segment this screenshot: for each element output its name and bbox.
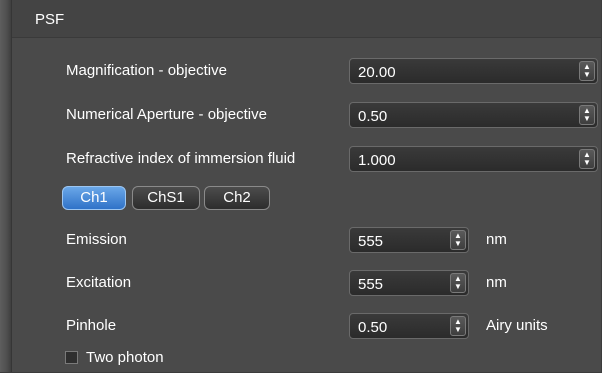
- up-down-spinner-icon[interactable]: ▲ ▼: [450, 230, 466, 250]
- emission-value: 555: [358, 233, 384, 250]
- channel-button-chs1[interactable]: ChS1: [132, 186, 200, 210]
- pinhole-label: Pinhole: [66, 317, 117, 334]
- emission-unit: nm: [486, 231, 507, 248]
- excitation-input[interactable]: 555 ▲ ▼: [349, 270, 469, 296]
- up-down-spinner-icon[interactable]: ▲ ▼: [450, 273, 466, 293]
- two-photon-checkbox[interactable]: [65, 351, 78, 364]
- emission-input[interactable]: 555 ▲ ▼: [349, 227, 469, 253]
- numerical-aperture-value: 0.50: [358, 108, 388, 125]
- emission-label: Emission: [66, 231, 127, 248]
- two-photon-label: Two photon: [86, 349, 164, 366]
- psf-panel: PSF Magnification - objective 20.00 ▲ ▼ N…: [0, 0, 602, 373]
- refractive-index-label: Refractive index of immersion fluid: [66, 150, 296, 167]
- numerical-aperture-input[interactable]: 0.50 ▲ ▼: [349, 102, 598, 128]
- excitation-label: Excitation: [66, 274, 132, 291]
- up-down-spinner-icon[interactable]: ▲ ▼: [579, 149, 595, 169]
- magnification-input[interactable]: 20.00 ▲ ▼: [349, 58, 598, 84]
- excitation-value: 555: [358, 276, 384, 293]
- panel-left-strip: [0, 0, 12, 372]
- pinhole-value: 0.50: [358, 319, 388, 336]
- excitation-unit: nm: [486, 274, 507, 291]
- pinhole-unit: Airy units: [486, 317, 548, 334]
- channel-button-ch1[interactable]: Ch1: [62, 186, 126, 210]
- channel-button-ch2[interactable]: Ch2: [204, 186, 270, 210]
- panel-title: PSF: [35, 11, 65, 28]
- refractive-index-input[interactable]: 1.000 ▲ ▼: [349, 146, 598, 172]
- up-down-spinner-icon[interactable]: ▲ ▼: [579, 61, 595, 81]
- up-down-spinner-icon[interactable]: ▲ ▼: [579, 105, 595, 125]
- magnification-value: 20.00: [358, 64, 396, 81]
- magnification-label: Magnification - objective: [66, 62, 227, 79]
- pinhole-input[interactable]: 0.50 ▲ ▼: [349, 313, 469, 339]
- up-down-spinner-icon[interactable]: ▲ ▼: [450, 316, 466, 336]
- panel-header: PSF: [12, 0, 601, 38]
- numerical-aperture-label: Numerical Aperture - objective: [66, 106, 267, 123]
- refractive-index-value: 1.000: [358, 152, 396, 169]
